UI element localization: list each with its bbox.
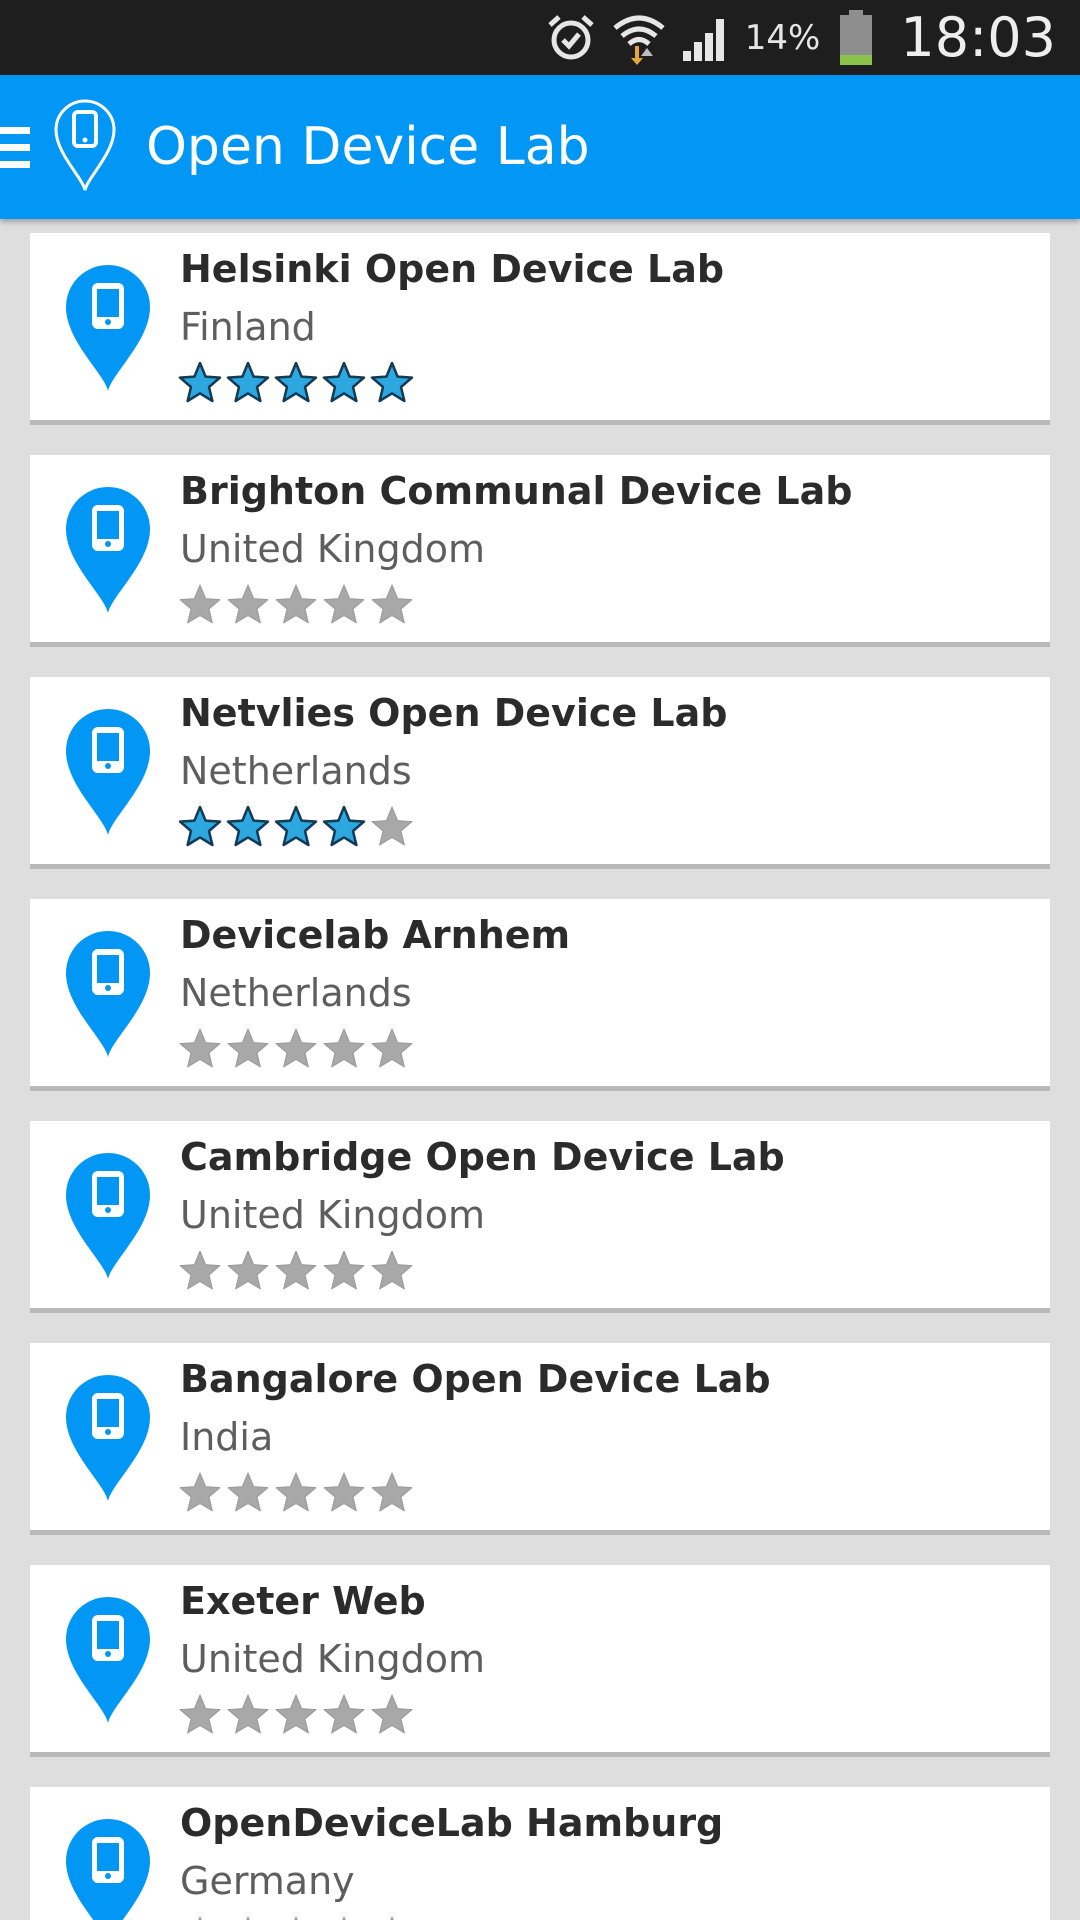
device-lab-pin-icon: [66, 487, 150, 613]
star-empty-icon: [370, 1693, 414, 1739]
star-empty-icon: [370, 1249, 414, 1295]
rating-stars: [178, 583, 414, 629]
star-empty-icon: [322, 1693, 366, 1739]
star-empty-icon: [274, 1915, 318, 1920]
lab-country: India: [180, 1415, 274, 1459]
lab-country: Germany: [180, 1859, 355, 1903]
device-lab-pin-icon: [66, 265, 150, 391]
star-empty-icon: [322, 1915, 366, 1920]
star-filled-icon: [226, 361, 270, 407]
star-empty-icon: [178, 1471, 222, 1517]
status-icons: 14% 18:03: [545, 0, 1056, 75]
star-filled-icon: [322, 361, 366, 407]
rating-stars: [178, 1471, 414, 1517]
star-empty-icon: [226, 583, 270, 629]
rating-stars: [178, 1027, 414, 1073]
lab-name: Devicelab Arnhem: [180, 913, 571, 957]
star-filled-icon: [274, 361, 318, 407]
lab-list-item[interactable]: Cambridge Open Device Lab United Kingdom: [30, 1121, 1050, 1313]
star-empty-icon: [226, 1249, 270, 1295]
lab-list-item[interactable]: Helsinki Open Device Lab Finland: [30, 233, 1050, 425]
device-lab-pin-icon: [66, 1375, 150, 1501]
app-bar: Open Device Lab: [0, 75, 1080, 219]
star-empty-icon: [178, 1693, 222, 1739]
status-bar: 14% 18:03: [0, 0, 1080, 75]
rating-stars: [178, 361, 414, 407]
lab-list-item[interactable]: Exeter Web United Kingdom: [30, 1565, 1050, 1757]
star-empty-icon: [370, 1027, 414, 1073]
device-lab-pin-icon: [66, 931, 150, 1057]
lab-country: Netherlands: [180, 971, 412, 1015]
clock: 18:03: [900, 6, 1056, 69]
star-empty-icon: [274, 583, 318, 629]
device-lab-pin-icon: [66, 709, 150, 835]
star-empty-icon: [322, 1249, 366, 1295]
lab-name: Exeter Web: [180, 1579, 426, 1623]
star-empty-icon: [322, 583, 366, 629]
rating-stars: [178, 805, 414, 851]
lab-country: Finland: [180, 305, 316, 349]
star-empty-icon: [370, 805, 414, 851]
star-empty-icon: [226, 1471, 270, 1517]
lab-country: United Kingdom: [180, 527, 486, 571]
rating-stars: [178, 1915, 414, 1920]
alarm-icon: [545, 12, 597, 64]
device-lab-pin-icon: [66, 1597, 150, 1723]
rating-stars: [178, 1693, 414, 1739]
battery-percent: 14%: [744, 17, 821, 58]
star-empty-icon: [226, 1693, 270, 1739]
device-lab-pin-icon: [66, 1819, 150, 1920]
battery-icon: [838, 9, 874, 67]
star-filled-icon: [178, 805, 222, 851]
lab-name: Bangalore Open Device Lab: [180, 1357, 771, 1401]
lab-name: Netvlies Open Device Lab: [180, 691, 728, 735]
lab-list-item[interactable]: OpenDeviceLab Hamburg Germany: [30, 1787, 1050, 1920]
star-empty-icon: [322, 1471, 366, 1517]
star-filled-icon: [322, 805, 366, 851]
lab-list: Helsinki Open Device Lab Finland Brighto…: [30, 233, 1050, 1920]
star-empty-icon: [274, 1027, 318, 1073]
lab-name: Brighton Communal Device Lab: [180, 469, 853, 513]
lab-name: Helsinki Open Device Lab: [180, 247, 725, 291]
star-empty-icon: [370, 1915, 414, 1920]
lab-list-item[interactable]: Netvlies Open Device Lab Netherlands: [30, 677, 1050, 869]
menu-icon[interactable]: [0, 127, 30, 169]
star-filled-icon: [226, 805, 270, 851]
lab-list-item[interactable]: Devicelab Arnhem Netherlands: [30, 899, 1050, 1091]
star-empty-icon: [274, 1693, 318, 1739]
star-filled-icon: [274, 805, 318, 851]
star-empty-icon: [178, 583, 222, 629]
star-empty-icon: [226, 1915, 270, 1920]
lab-country: United Kingdom: [180, 1193, 486, 1237]
lab-country: United Kingdom: [180, 1637, 486, 1681]
star-empty-icon: [370, 1471, 414, 1517]
star-empty-icon: [226, 1027, 270, 1073]
app-title: Open Device Lab: [146, 117, 590, 177]
star-empty-icon: [322, 1027, 366, 1073]
star-empty-icon: [178, 1249, 222, 1295]
lab-name: OpenDeviceLab Hamburg: [180, 1801, 724, 1845]
star-filled-icon: [370, 361, 414, 407]
star-empty-icon: [274, 1249, 318, 1295]
star-empty-icon: [370, 583, 414, 629]
device-lab-pin-icon: [66, 1153, 150, 1279]
star-empty-icon: [274, 1471, 318, 1517]
lab-name: Cambridge Open Device Lab: [180, 1135, 785, 1179]
lab-country: Netherlands: [180, 749, 412, 793]
signal-icon: [681, 13, 731, 63]
wifi-icon: [611, 10, 667, 66]
star-empty-icon: [178, 1027, 222, 1073]
lab-list-item[interactable]: Brighton Communal Device Lab United King…: [30, 455, 1050, 647]
star-empty-icon: [178, 1915, 222, 1920]
star-filled-icon: [178, 361, 222, 407]
rating-stars: [178, 1249, 414, 1295]
app-logo-icon[interactable]: [52, 97, 118, 193]
lab-list-item[interactable]: Bangalore Open Device Lab India: [30, 1343, 1050, 1535]
